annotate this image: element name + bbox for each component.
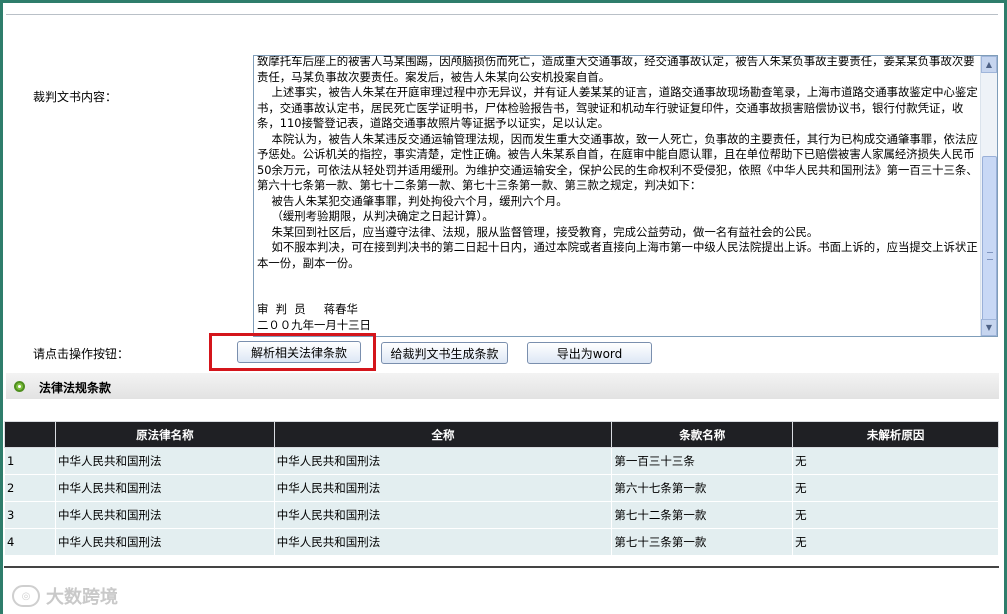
judgment-document-textarea[interactable]: 致摩托车后座上的被害人马某围踢，因颅脑损伤而死亡，造成重大交通事故，经交通事故认… bbox=[253, 55, 998, 337]
parse-button-highlight bbox=[209, 333, 376, 371]
top-divider bbox=[6, 14, 998, 15]
original-law-name: 中华人民共和国刑法 bbox=[54, 528, 275, 556]
operation-button-label: 请点击操作按钮： bbox=[33, 347, 130, 361]
unparsed-reason: 无 bbox=[792, 474, 999, 502]
watermark-text: 大数跨境 bbox=[46, 587, 118, 608]
judgment-content-label: 裁判文书内容： bbox=[33, 90, 118, 104]
column-header-original-name: 原法律名称 bbox=[54, 421, 275, 448]
section-header-bar bbox=[6, 373, 999, 399]
scrollbar-thumb[interactable] bbox=[982, 156, 997, 336]
full-law-name: 中华人民共和国刑法 bbox=[273, 447, 613, 475]
column-header-clause-name: 条款名称 bbox=[611, 421, 794, 448]
scroll-down-arrow-icon[interactable]: ▼ bbox=[981, 319, 997, 336]
watermark: ◎ 大数跨境 bbox=[12, 583, 118, 609]
generate-clauses-button[interactable]: 给裁判文书生成条款 bbox=[381, 342, 508, 364]
original-law-name: 中华人民共和国刑法 bbox=[54, 474, 275, 502]
law-clauses-table: 原法律名称 全称 条款名称 未解析原因 1 中华人民共和国刑法 中华人民共和国刑… bbox=[4, 421, 999, 556]
judgment-document-text: 致摩托车后座上的被害人马某围踢，因颅脑损伤而死亡，造成重大交通事故，经交通事故认… bbox=[257, 55, 978, 336]
section-title: 法律法规条款 bbox=[39, 381, 112, 395]
table-header-row: 原法律名称 全称 条款名称 未解析原因 bbox=[4, 421, 999, 448]
clause-name: 第七十二条第一款 bbox=[611, 501, 794, 529]
row-index: 3 bbox=[4, 501, 56, 529]
unparsed-reason: 无 bbox=[792, 528, 999, 556]
full-law-name: 中华人民共和国刑法 bbox=[273, 501, 613, 529]
full-law-name: 中华人民共和国刑法 bbox=[273, 528, 613, 556]
column-header-full-name: 全称 bbox=[273, 421, 613, 448]
green-circle-bullet-icon bbox=[14, 381, 25, 392]
row-index: 2 bbox=[4, 474, 56, 502]
row-index: 4 bbox=[4, 528, 56, 556]
table-row: 1 中华人民共和国刑法 中华人民共和国刑法 第一百三十三条 无 bbox=[4, 447, 999, 475]
original-law-name: 中华人民共和国刑法 bbox=[54, 501, 275, 529]
bottom-divider bbox=[4, 566, 999, 568]
scroll-up-arrow-icon[interactable]: ▲ bbox=[981, 56, 997, 73]
original-law-name: 中华人民共和国刑法 bbox=[54, 447, 275, 475]
table-row: 4 中华人民共和国刑法 中华人民共和国刑法 第七十三条第一款 无 bbox=[4, 528, 999, 556]
scrollbar-grip-icon bbox=[987, 252, 993, 260]
clause-name: 第七十三条第一款 bbox=[611, 528, 794, 556]
row-index: 1 bbox=[4, 447, 56, 475]
clause-name: 第六十七条第一款 bbox=[611, 474, 794, 502]
table-row: 2 中华人民共和国刑法 中华人民共和国刑法 第六十七条第一款 无 bbox=[4, 474, 999, 502]
document-scrollbar[interactable]: ▲ ▼ bbox=[980, 56, 997, 336]
clause-name: 第一百三十三条 bbox=[611, 447, 794, 475]
unparsed-reason: 无 bbox=[792, 447, 999, 475]
full-law-name: 中华人民共和国刑法 bbox=[273, 474, 613, 502]
column-header-index bbox=[4, 421, 56, 448]
export-word-button[interactable]: 导出为word bbox=[527, 342, 652, 364]
column-header-unparsed-reason: 未解析原因 bbox=[792, 421, 999, 448]
watermark-logo-icon: ◎ bbox=[12, 585, 40, 607]
unparsed-reason: 无 bbox=[792, 501, 999, 529]
table-row: 3 中华人民共和国刑法 中华人民共和国刑法 第七十二条第一款 无 bbox=[4, 501, 999, 529]
